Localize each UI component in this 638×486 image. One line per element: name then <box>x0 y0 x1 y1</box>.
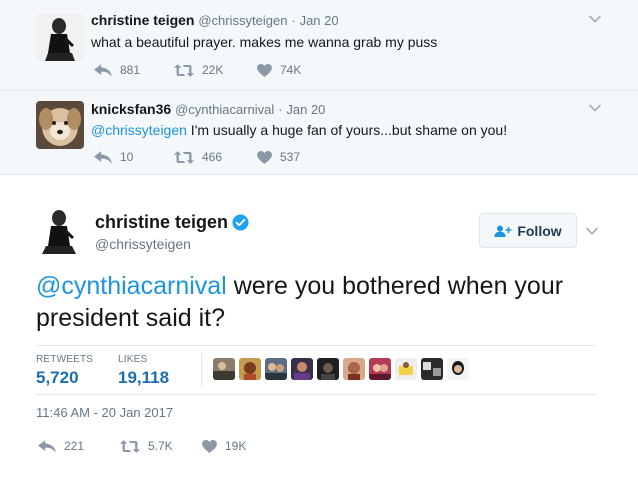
liker-avatar[interactable] <box>291 358 313 380</box>
follow-button[interactable]: Follow <box>479 213 577 248</box>
chevron-down-icon[interactable] <box>588 12 602 26</box>
follow-label: Follow <box>517 222 562 239</box>
retweet-button[interactable]: 466 <box>174 150 222 164</box>
like-button[interactable]: 537 <box>257 150 300 164</box>
retweet-icon <box>174 151 194 164</box>
follow-person-plus-icon <box>494 225 512 237</box>
retweet-count: 5.7K <box>148 439 173 453</box>
liker-avatars <box>213 358 469 380</box>
reply-count: 881 <box>120 63 141 77</box>
author-handle[interactable]: @chrissyteigen <box>198 13 287 28</box>
reply-icon <box>94 64 112 77</box>
tweet-header: christine teigen @chrissyteigen · Jan 20 <box>91 12 339 28</box>
reply-count: 221 <box>64 439 85 453</box>
tweet-text-body: I'm usually a huge fan of yours...but sh… <box>186 122 508 138</box>
liker-avatar[interactable] <box>265 358 287 380</box>
likes-stat[interactable]: LIKES 19,118 <box>118 354 169 388</box>
heart-icon <box>257 151 272 164</box>
mention-link[interactable]: @chrissyteigen <box>91 122 187 138</box>
tweet-text: @chrissyteigen I'm usually a huge fan of… <box>91 122 507 138</box>
liker-avatar[interactable] <box>239 358 261 380</box>
liker-avatar[interactable] <box>421 358 443 380</box>
tweet-stats: RETWEETS 5,720 LIKES 19,118 <box>36 345 596 395</box>
author-fullname[interactable]: knicksfan36 <box>91 101 171 117</box>
liker-avatar[interactable] <box>447 358 469 380</box>
reply-icon <box>38 440 56 453</box>
author-handle[interactable]: @chrissyteigen <box>95 236 191 252</box>
tweet-time[interactable]: Jan 20 <box>300 13 339 28</box>
retweets-stat[interactable]: RETWEETS 5,720 <box>36 354 93 388</box>
avatar[interactable] <box>36 206 84 254</box>
reply-button[interactable]: 221 <box>38 439 84 453</box>
retweet-icon <box>120 440 140 453</box>
retweets-count: 5,720 <box>36 368 79 387</box>
thread-tweet-2[interactable]: knicksfan36 @cynthiacarnival · Jan 20 @c… <box>0 91 638 175</box>
avatar[interactable] <box>36 13 84 61</box>
retweet-icon <box>174 64 194 77</box>
author-handle[interactable]: @cynthiacarnival <box>175 102 274 117</box>
tweet-time[interactable]: Jan 20 <box>286 102 325 117</box>
verified-badge-icon <box>232 214 249 231</box>
reply-count: 10 <box>120 150 134 164</box>
like-count: 74K <box>280 63 302 77</box>
author-name-row: christine teigen <box>95 212 249 233</box>
like-button[interactable]: 74K <box>257 63 301 77</box>
thread-tweet-1[interactable]: christine teigen @chrissyteigen · Jan 20… <box>0 0 638 91</box>
liker-avatar[interactable] <box>213 358 235 380</box>
heart-icon <box>202 440 217 453</box>
reply-icon <box>94 151 112 164</box>
likes-label: LIKES <box>118 354 148 365</box>
tweet-timestamp[interactable]: 11:46 AM - 20 Jan 2017 <box>36 405 173 420</box>
stats-divider <box>201 353 202 387</box>
mention-link[interactable]: @cynthiacarnival <box>36 272 227 300</box>
like-count: 19K <box>225 439 247 453</box>
liker-avatar[interactable] <box>317 358 339 380</box>
chevron-down-icon[interactable] <box>585 224 599 238</box>
retweet-button[interactable]: 22K <box>174 63 223 77</box>
chevron-down-icon[interactable] <box>588 101 602 115</box>
reply-button[interactable]: 10 <box>94 150 133 164</box>
tweet-header: knicksfan36 @cynthiacarnival · Jan 20 <box>91 101 326 117</box>
author-fullname[interactable]: christine teigen <box>95 212 228 233</box>
tweet-text: @cynthiacarnival were you bothered when … <box>36 270 596 334</box>
liker-avatar[interactable] <box>369 358 391 380</box>
like-count: 537 <box>280 150 301 164</box>
like-button[interactable]: 19K <box>202 439 246 453</box>
liker-avatar[interactable] <box>395 358 417 380</box>
retweet-count: 466 <box>202 150 223 164</box>
main-tweet: christine teigen @chrissyteigen Follow @… <box>0 176 638 486</box>
heart-icon <box>257 64 272 77</box>
likes-count: 19,118 <box>118 368 170 387</box>
avatar[interactable] <box>36 101 84 149</box>
liker-avatar[interactable] <box>343 358 365 380</box>
retweets-label: RETWEETS <box>36 354 94 365</box>
author-fullname[interactable]: christine teigen <box>91 12 194 28</box>
retweet-count: 22K <box>202 63 224 77</box>
retweet-button[interactable]: 5.7K <box>120 439 173 453</box>
tweet-text: what a beautiful prayer. makes me wanna … <box>91 34 438 50</box>
reply-button[interactable]: 881 <box>94 63 140 77</box>
